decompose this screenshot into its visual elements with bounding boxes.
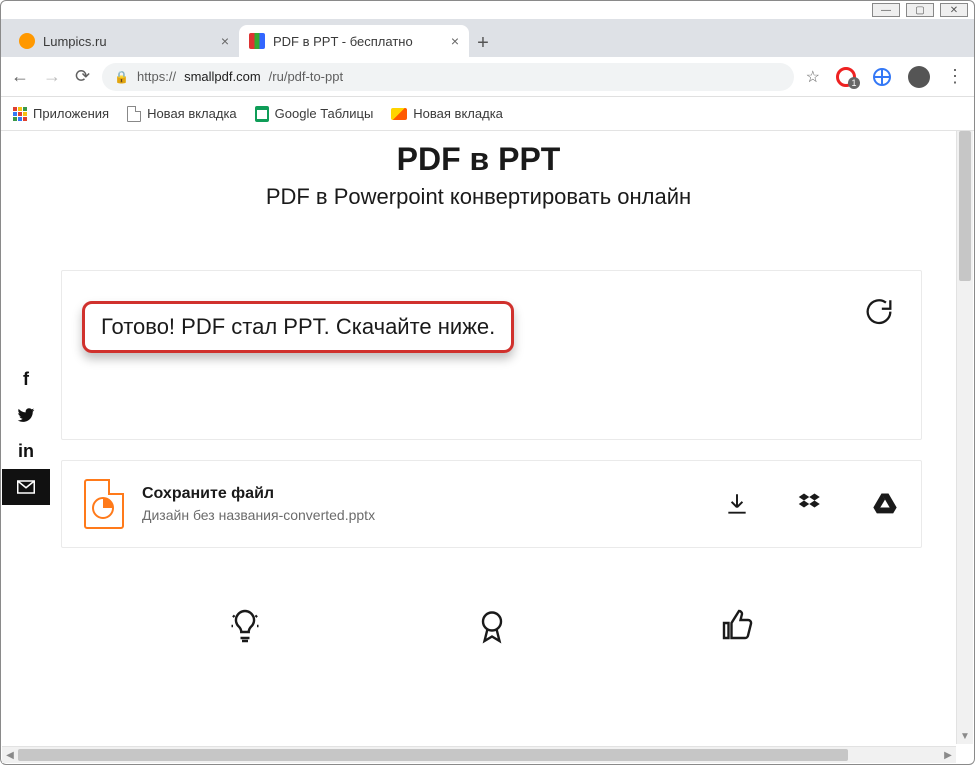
google-drive-icon <box>871 490 899 518</box>
vertical-scrollbar[interactable]: ▲ ▼ <box>956 131 973 744</box>
horizontal-scrollbar[interactable]: ◀ ▶ <box>2 746 956 763</box>
address-bar: ← → ⟳ 🔒 https:// smallpdf.com/ru/pdf-to-p… <box>1 57 974 97</box>
bookmark-item[interactable]: Новая вкладка <box>127 106 237 122</box>
dropbox-button[interactable] <box>797 490 825 518</box>
page-icon <box>127 106 141 122</box>
restart-icon <box>862 296 896 330</box>
browser-tabbar: Lumpics.ru × PDF в PPT - бесплатно × + <box>1 19 974 57</box>
download-icon <box>724 491 750 517</box>
opera-extension-icon[interactable] <box>836 67 856 87</box>
page-content: PDF в PPT PDF в Powerpoint конвертироват… <box>1 131 956 744</box>
globe-extension-icon[interactable] <box>872 67 892 87</box>
apps-shortcut[interactable]: Приложения <box>13 106 109 121</box>
browser-tab-smallpdf[interactable]: PDF в PPT - бесплатно × <box>239 25 469 57</box>
window-controls: — ▢ ✕ <box>1 1 974 19</box>
sheets-icon <box>255 106 269 122</box>
bookmarks-bar: Приложения Новая вкладка Google Таблицы … <box>1 97 974 131</box>
profile-avatar[interactable] <box>908 66 930 88</box>
new-tab-button[interactable]: + <box>469 29 497 57</box>
linkedin-share-button[interactable]: in <box>2 433 50 469</box>
reload-button[interactable]: ⟳ <box>75 66 90 87</box>
bookmark-item[interactable]: Google Таблицы <box>255 106 374 122</box>
back-button[interactable]: ← <box>11 66 29 87</box>
twitter-share-button[interactable] <box>2 397 50 433</box>
email-share-button[interactable] <box>2 469 50 505</box>
tab-title: Lumpics.ru <box>43 34 107 49</box>
close-tab-icon[interactable]: × <box>451 33 459 49</box>
maximize-button[interactable]: ▢ <box>906 3 934 17</box>
bookmark-item[interactable]: Новая вкладка <box>391 106 503 121</box>
mail-icon <box>17 480 35 494</box>
tab-title: PDF в PPT - бесплатно <box>273 34 413 49</box>
bookmark-label: Новая вкладка <box>147 106 237 121</box>
lightbulb-icon <box>227 608 263 649</box>
image-icon <box>391 108 407 120</box>
page-subtitle: PDF в Powerpoint конвертировать онлайн <box>1 184 956 210</box>
scroll-thumb[interactable] <box>18 749 848 761</box>
restart-button[interactable] <box>859 293 899 333</box>
download-button[interactable] <box>723 490 751 518</box>
file-section-title: Сохраните файл <box>142 485 705 503</box>
file-name: Дизайн без названия-converted.pptx <box>142 507 705 523</box>
close-window-button[interactable]: ✕ <box>940 3 968 17</box>
social-sidebar: f in <box>2 361 50 505</box>
badge-icon <box>474 608 510 649</box>
bookmark-label: Новая вкладка <box>413 106 503 121</box>
url-scheme: https:// <box>137 69 176 84</box>
close-tab-icon[interactable]: × <box>221 33 229 49</box>
twitter-icon <box>17 406 35 424</box>
favicon-icon <box>249 33 265 49</box>
scroll-left-arrow[interactable]: ◀ <box>2 747 18 763</box>
dropbox-icon <box>797 490 825 518</box>
browser-menu-button[interactable]: ⋮ <box>946 66 964 87</box>
minimize-button[interactable]: — <box>872 3 900 17</box>
favicon-icon <box>19 33 35 49</box>
bookmark-label: Google Таблицы <box>275 106 374 121</box>
status-message: Готово! PDF стал PPT. Скачайте ниже. <box>82 301 514 353</box>
url-path: /ru/pdf-to-ppt <box>269 69 343 84</box>
url-input[interactable]: 🔒 https:// smallpdf.com/ru/pdf-to-ppt <box>102 63 794 91</box>
google-drive-button[interactable] <box>871 490 899 518</box>
thumbs-up-icon <box>721 608 757 649</box>
scroll-right-arrow[interactable]: ▶ <box>940 747 956 763</box>
bookmark-star-icon[interactable]: ☆ <box>806 67 820 87</box>
scroll-thumb[interactable] <box>959 131 971 281</box>
file-card: Сохраните файл Дизайн без названия-conve… <box>61 460 922 548</box>
browser-tab-lumpics[interactable]: Lumpics.ru × <box>9 25 239 57</box>
feature-icons-row <box>61 608 922 649</box>
forward-button[interactable]: → <box>43 66 61 87</box>
status-card: Готово! PDF стал PPT. Скачайте ниже. <box>61 270 922 440</box>
pptx-file-icon <box>84 479 124 529</box>
lock-icon: 🔒 <box>114 70 129 84</box>
bookmark-label: Приложения <box>33 106 109 121</box>
apps-grid-icon <box>13 107 27 121</box>
page-title: PDF в PPT <box>1 141 956 178</box>
facebook-share-button[interactable]: f <box>2 361 50 397</box>
scroll-down-arrow[interactable]: ▼ <box>957 728 973 744</box>
url-host: smallpdf.com <box>184 69 261 84</box>
